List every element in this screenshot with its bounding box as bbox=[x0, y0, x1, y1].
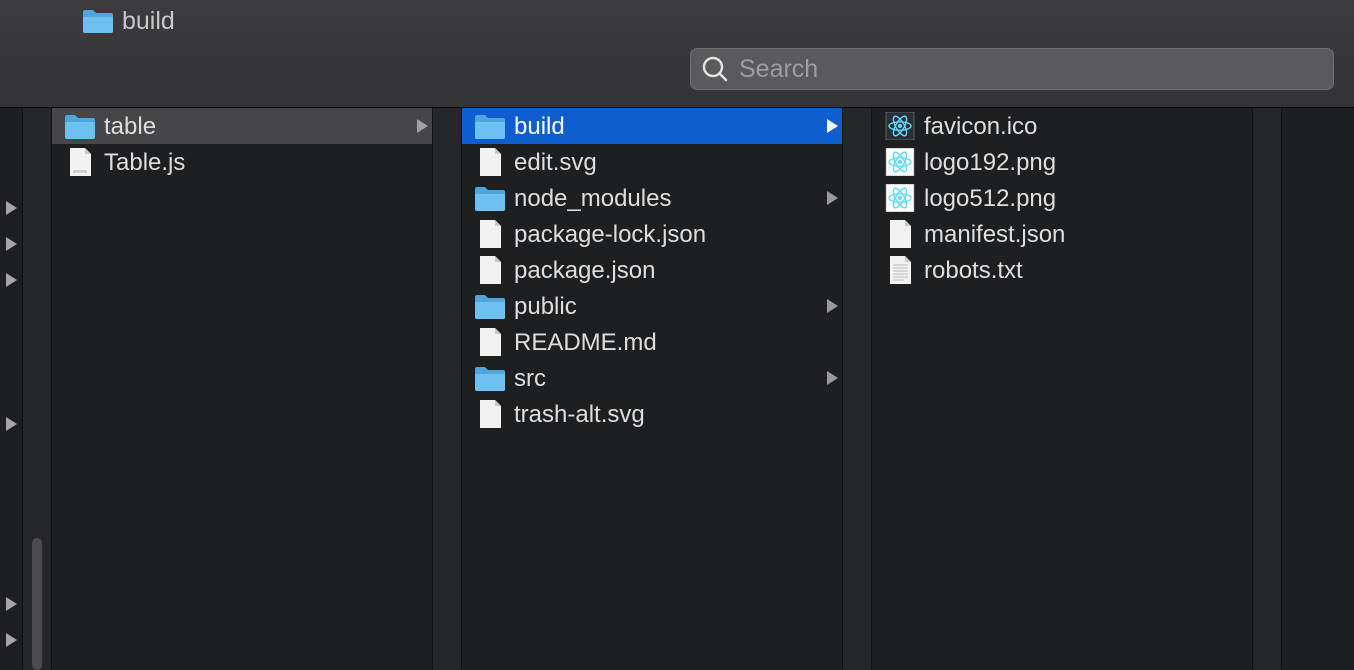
list-item[interactable]: build bbox=[462, 108, 842, 144]
list-item[interactable]: package-lock.json bbox=[462, 216, 842, 252]
file-icon bbox=[480, 220, 501, 248]
file-icon bbox=[480, 328, 501, 356]
list-item[interactable]: README.md bbox=[462, 324, 842, 360]
list-item-label: node_modules bbox=[514, 185, 672, 212]
list-item-label: trash-alt.svg bbox=[514, 401, 645, 428]
disclosure-arrow-icon[interactable] bbox=[6, 273, 17, 287]
folder-icon bbox=[475, 367, 505, 391]
window-title-text: build bbox=[122, 6, 175, 35]
list-item[interactable]: Table.js bbox=[52, 144, 432, 180]
disclosure-arrow-icon[interactable] bbox=[6, 417, 17, 431]
list-item[interactable]: robots.txt bbox=[872, 252, 1252, 288]
list-item[interactable]: manifest.json bbox=[872, 216, 1252, 252]
column-1: table Table.js bbox=[52, 108, 432, 670]
chevron-right-icon bbox=[417, 119, 428, 133]
column-browser: table Table.js build edit.svg node_modul… bbox=[0, 108, 1354, 670]
list-item[interactable]: logo192.png bbox=[872, 144, 1252, 180]
react-icon bbox=[885, 184, 915, 212]
scrollbar[interactable] bbox=[30, 536, 44, 670]
list-item-label: favicon.ico bbox=[924, 113, 1038, 140]
list-item-label: README.md bbox=[514, 329, 657, 356]
list-item[interactable]: edit.svg bbox=[462, 144, 842, 180]
list-item-label: public bbox=[514, 293, 577, 320]
chevron-right-icon bbox=[827, 191, 838, 205]
file-icon bbox=[480, 256, 501, 284]
list-item-label: Table.js bbox=[104, 149, 186, 176]
folder-icon bbox=[475, 187, 505, 211]
column-3: favicon.ico logo192.png logo512.png mani… bbox=[872, 108, 1252, 670]
chevron-right-icon bbox=[827, 119, 838, 133]
file-icon bbox=[480, 400, 501, 428]
list-item[interactable]: package.json bbox=[462, 252, 842, 288]
list-item-label: edit.svg bbox=[514, 149, 597, 176]
js-file-icon bbox=[70, 148, 91, 176]
list-item-label: table bbox=[104, 113, 157, 140]
list-item[interactable]: favicon.ico bbox=[872, 108, 1252, 144]
list-item-label: robots.txt bbox=[924, 257, 1023, 284]
finder-toolbar: build bbox=[0, 0, 1354, 108]
column-0-scrollbar-area bbox=[23, 108, 51, 670]
list-item-label: package.json bbox=[514, 257, 656, 284]
list-item[interactable]: logo512.png bbox=[872, 180, 1252, 216]
search-input[interactable] bbox=[737, 53, 1321, 85]
list-item[interactable]: trash-alt.svg bbox=[462, 396, 842, 432]
chevron-right-icon bbox=[827, 299, 838, 313]
search-field[interactable] bbox=[690, 48, 1334, 90]
file-icon bbox=[890, 220, 911, 248]
list-item[interactable]: table bbox=[52, 108, 432, 144]
folder-icon bbox=[475, 295, 505, 319]
disclosure-arrow-icon[interactable] bbox=[6, 201, 17, 215]
chevron-right-icon bbox=[827, 371, 838, 385]
scrollbar-thumb[interactable] bbox=[32, 538, 42, 670]
column-4-empty bbox=[1282, 108, 1354, 670]
list-item-label: manifest.json bbox=[924, 221, 1066, 248]
disclosure-arrow-icon[interactable] bbox=[6, 633, 17, 647]
list-item-label: package-lock.json bbox=[514, 221, 707, 248]
folder-icon bbox=[65, 115, 95, 139]
search-icon bbox=[702, 56, 728, 82]
react-icon bbox=[885, 112, 915, 140]
file-icon bbox=[480, 148, 501, 176]
list-item-label: build bbox=[514, 113, 565, 140]
list-item[interactable]: public bbox=[462, 288, 842, 324]
folder-icon bbox=[475, 115, 505, 139]
list-item-label: src bbox=[514, 365, 546, 392]
disclosure-arrow-icon[interactable] bbox=[6, 237, 17, 251]
react-icon bbox=[885, 148, 915, 176]
disclosure-arrow-icon[interactable] bbox=[6, 597, 17, 611]
column-2: build edit.svg node_modules package-lock… bbox=[462, 108, 842, 670]
list-item-label: logo192.png bbox=[924, 149, 1057, 176]
list-item-label: logo512.png bbox=[924, 185, 1057, 212]
folder-icon bbox=[83, 10, 113, 33]
list-item[interactable]: node_modules bbox=[462, 180, 842, 216]
window-title: build bbox=[82, 6, 175, 36]
text-file-icon bbox=[890, 256, 911, 284]
column-0[interactable] bbox=[0, 108, 22, 670]
list-item[interactable]: src bbox=[462, 360, 842, 396]
